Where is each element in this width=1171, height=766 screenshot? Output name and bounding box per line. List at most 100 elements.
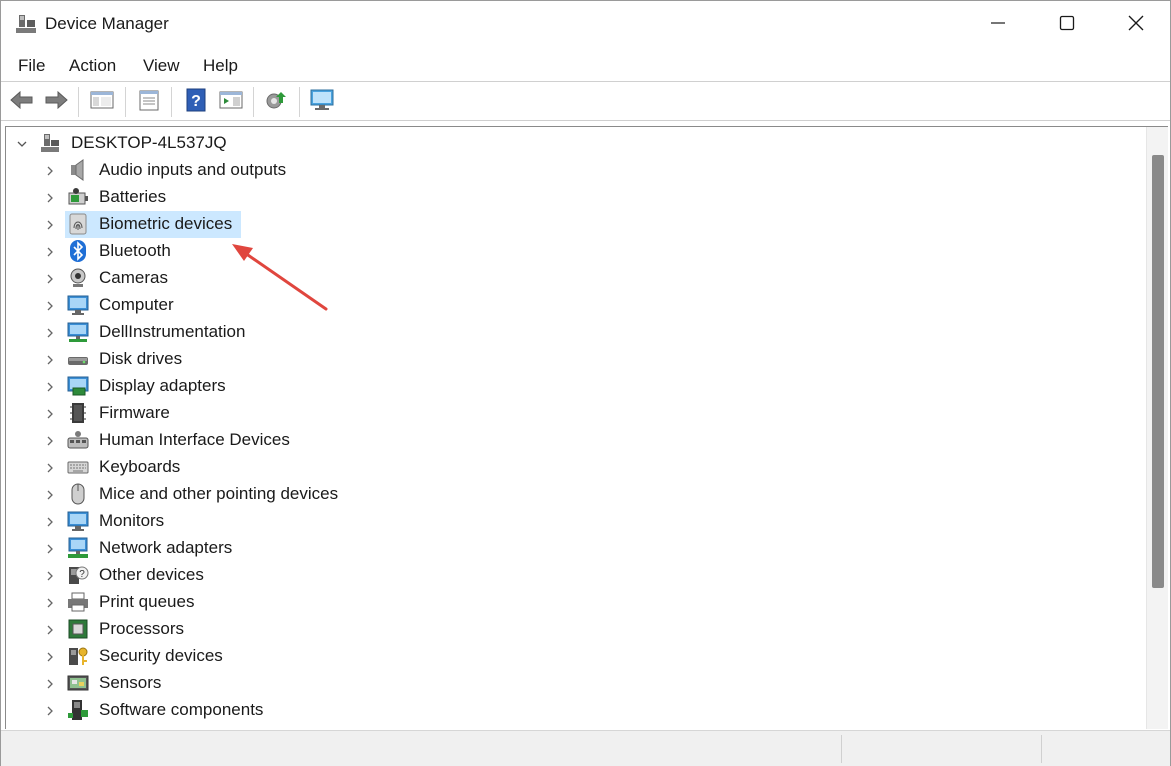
chevron-right-icon[interactable]: [44, 623, 56, 635]
forward-arrow-icon: [43, 89, 69, 116]
menu-action[interactable]: Action: [69, 56, 116, 76]
chevron-right-icon[interactable]: [44, 191, 56, 203]
properties-button[interactable]: [136, 89, 162, 115]
maximize-button[interactable]: [1032, 1, 1102, 49]
tree-item-security-devices[interactable]: Security devices: [6, 643, 1006, 670]
chevron-right-icon[interactable]: [44, 569, 56, 581]
maximize-icon: [1059, 15, 1075, 36]
status-pane: [1041, 735, 1170, 763]
scan-hardware-changes-button[interactable]: [310, 89, 336, 115]
tree-item-label: Security devices: [99, 646, 223, 665]
sensor-icon: [67, 672, 89, 694]
tree-item-label: Monitors: [99, 511, 165, 530]
chevron-right-icon[interactable]: [44, 245, 56, 257]
chevron-right-icon[interactable]: [44, 326, 56, 338]
tree-item-label: Bluetooth: [99, 241, 171, 260]
tree-item-biometric-devices[interactable]: Biometric devices: [6, 211, 1006, 238]
chevron-right-icon[interactable]: [44, 488, 56, 500]
minimize-button[interactable]: [963, 1, 1033, 49]
tree-item-label: Software components: [99, 700, 264, 719]
tree-item-dellinstrumentation[interactable]: DellInstrumentation: [6, 319, 1006, 346]
tree-item-print-queues[interactable]: Print queues: [6, 589, 1006, 616]
network-adapter-icon: [67, 537, 89, 559]
tree-item-label: Human Interface Devices: [99, 430, 290, 449]
tree-item-label: Firmware: [99, 403, 170, 422]
help-button[interactable]: ?: [183, 88, 209, 115]
menu-help[interactable]: Help: [203, 56, 238, 76]
tree-item-human-interface-devices[interactable]: Human Interface Devices: [6, 427, 1006, 454]
chevron-right-icon[interactable]: [44, 542, 56, 554]
toolbar-separator: [253, 87, 254, 117]
action-pane-button[interactable]: [218, 89, 244, 115]
show-hide-console-tree-button[interactable]: [89, 89, 115, 115]
chevron-right-icon[interactable]: [44, 515, 56, 527]
tree-item-mice-and-other-pointing-devices[interactable]: Mice and other pointing devices: [6, 481, 1006, 508]
menu-file[interactable]: File: [18, 56, 45, 76]
chevron-right-icon[interactable]: [44, 164, 56, 176]
update-driver-button[interactable]: [264, 89, 290, 115]
scrollbar-thumb[interactable]: [1152, 155, 1164, 588]
toolbar-separator: [125, 87, 126, 117]
close-button[interactable]: [1101, 1, 1171, 49]
show-hide-console-tree-icon: [90, 89, 114, 116]
device-tree[interactable]: DESKTOP-4L537JQ Audio inputs and outputs B…: [5, 126, 1168, 729]
properties-icon: [137, 89, 161, 116]
chevron-right-icon[interactable]: [44, 434, 56, 446]
tree-item-network-adapters[interactable]: Network adapters: [6, 535, 1006, 562]
tree-item-audio-inputs-and-outputs[interactable]: Audio inputs and outputs: [6, 157, 1006, 184]
chevron-right-icon[interactable]: [44, 650, 56, 662]
vertical-scrollbar[interactable]: [1146, 127, 1168, 729]
tree-item-label: DellInstrumentation: [99, 322, 246, 341]
chevron-right-icon[interactable]: [44, 677, 56, 689]
title-bar[interactable]: Device Manager: [1, 1, 1170, 49]
tree-item-label: Display adapters: [99, 376, 226, 395]
back-button[interactable]: [9, 89, 35, 115]
tree-item-display-adapters[interactable]: Display adapters: [6, 373, 1006, 400]
svg-text:?: ?: [191, 93, 201, 110]
fingerprint-icon: [67, 213, 89, 235]
software-component-icon: [67, 699, 89, 721]
tree-item-label: Batteries: [99, 187, 167, 206]
tree-item-computer[interactable]: Computer: [6, 292, 1006, 319]
chevron-right-icon[interactable]: [44, 407, 56, 419]
tree-item-keyboards[interactable]: Keyboards: [6, 454, 1006, 481]
chevron-right-icon[interactable]: [44, 704, 56, 716]
tree-item-label: Biometric devices: [99, 214, 233, 233]
tree-item-other-devices[interactable]: ? Other devices: [6, 562, 1006, 589]
device-manager-app-icon: [15, 13, 37, 35]
tree-item-label: Processors: [99, 619, 185, 638]
chevron-right-icon[interactable]: [44, 380, 56, 392]
hid-icon: [67, 429, 89, 451]
bluetooth-icon: [67, 240, 89, 262]
tree-item-monitors[interactable]: Monitors: [6, 508, 1006, 535]
chevron-down-icon[interactable]: [16, 137, 28, 149]
chevron-right-icon[interactable]: [44, 353, 56, 365]
menu-view[interactable]: View: [143, 56, 180, 76]
tree-item-bluetooth[interactable]: Bluetooth: [6, 238, 1006, 265]
tree-item-cameras[interactable]: Cameras: [6, 265, 1006, 292]
tree-item-root[interactable]: DESKTOP-4L537JQ: [6, 130, 1006, 157]
battery-icon: [67, 186, 89, 208]
tree-item-disk-drives[interactable]: Disk drives: [6, 346, 1006, 373]
tree-item-batteries[interactable]: Batteries: [6, 184, 1006, 211]
chevron-right-icon[interactable]: [44, 461, 56, 473]
disk-drive-icon: [67, 348, 89, 370]
tree-item-processors[interactable]: Processors: [6, 616, 1006, 643]
tree-item-firmware[interactable]: Firmware: [6, 400, 1006, 427]
tree-item-sensors[interactable]: Sensors: [6, 670, 1006, 697]
tree-item-software-components[interactable]: Software components: [6, 697, 1006, 724]
camera-icon: [67, 267, 89, 289]
chevron-right-icon[interactable]: [44, 218, 56, 230]
forward-button[interactable]: [43, 89, 69, 115]
tree-item-label: Print queues: [99, 592, 195, 611]
chevron-right-icon[interactable]: [44, 596, 56, 608]
security-key-icon: [67, 645, 89, 667]
processor-icon: [67, 618, 89, 640]
tree-item-label: Sensors: [99, 673, 162, 692]
tree-item-label: Keyboards: [99, 457, 181, 476]
chevron-right-icon[interactable]: [44, 272, 56, 284]
computer-root-icon: [39, 132, 61, 154]
chevron-right-icon[interactable]: [44, 299, 56, 311]
status-bar: [1, 730, 1170, 766]
firmware-chip-icon: [67, 402, 89, 424]
